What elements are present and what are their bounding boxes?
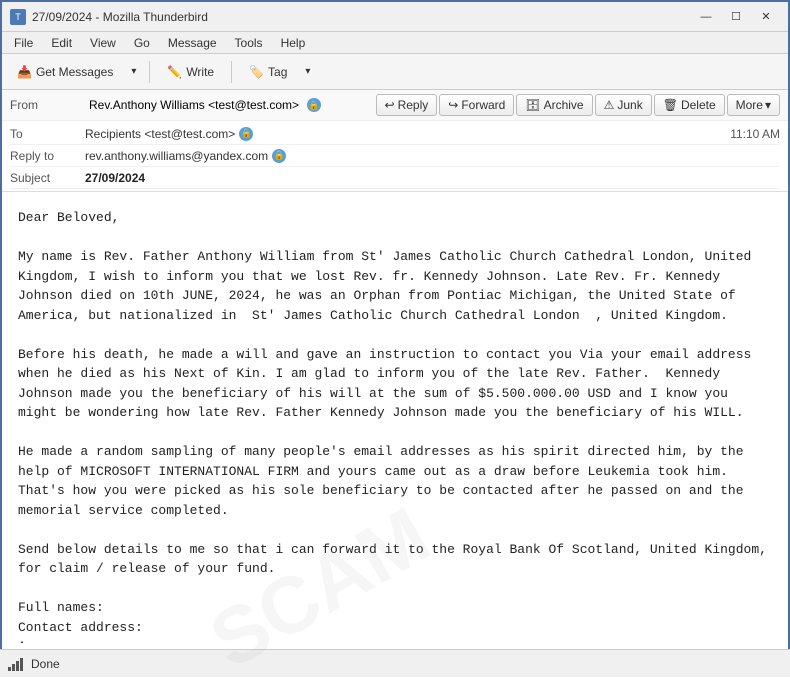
menu-edit[interactable]: Edit xyxy=(43,34,80,52)
status-text: Done xyxy=(31,657,60,671)
to-value: Recipients <test@test.com> xyxy=(85,127,235,141)
forward-icon: ↪ xyxy=(448,98,458,112)
forward-label: Forward xyxy=(461,98,505,112)
email-header-actions: From Rev.Anthony Williams <test@test.com… xyxy=(2,90,788,121)
signal-bars xyxy=(8,657,23,671)
close-button[interactable]: ✕ xyxy=(752,6,780,28)
tag-label: Tag xyxy=(268,65,287,79)
menu-help[interactable]: Help xyxy=(273,34,314,52)
reply-icon: ↩ xyxy=(385,98,395,112)
from-area: From Rev.Anthony Williams <test@test.com… xyxy=(10,98,321,112)
archive-button[interactable]: 🗄 Archive xyxy=(516,94,592,116)
security-icon: 🔒 xyxy=(307,98,321,112)
to-security-icon: 🔒 xyxy=(239,127,253,141)
junk-label: Junk xyxy=(617,98,642,112)
tag-icon: 🏷️ xyxy=(249,65,264,79)
minimize-button[interactable]: — xyxy=(692,6,720,28)
titlebar: T 27/09/2024 - Mozilla Thunderbird — ☐ ✕ xyxy=(2,2,788,32)
write-button[interactable]: ✏️ Write xyxy=(158,61,223,83)
reply-to-value: rev.anthony.williams@yandex.com xyxy=(85,149,268,163)
statusbar: Done xyxy=(0,649,790,677)
menu-go[interactable]: Go xyxy=(126,34,158,52)
email-meta: To Recipients <test@test.com> 🔒 11:10 AM… xyxy=(2,121,788,191)
from-label: From xyxy=(10,98,85,112)
menu-view[interactable]: View xyxy=(82,34,124,52)
junk-icon: ⚠ xyxy=(604,98,615,112)
email-time: 11:10 AM xyxy=(730,127,780,141)
write-label: Write xyxy=(186,65,214,79)
signal-bar-1 xyxy=(8,667,11,671)
get-messages-label: Get Messages xyxy=(36,65,113,79)
subject-label: Subject xyxy=(10,171,85,185)
forward-button[interactable]: ↪ Forward xyxy=(439,94,514,116)
body-container: SCAM Dear Beloved, My name is Rev. Fathe… xyxy=(2,192,788,643)
tag-chevron[interactable]: ▾ xyxy=(300,62,315,81)
titlebar-controls: — ☐ ✕ xyxy=(692,6,780,28)
to-label: To xyxy=(10,127,85,141)
reply-to-label: Reply to xyxy=(10,149,85,163)
signal-bar-4 xyxy=(20,658,23,671)
status-signal xyxy=(8,657,23,671)
get-messages-chevron[interactable]: ▾ xyxy=(126,62,141,81)
to-row: To Recipients <test@test.com> 🔒 11:10 AM xyxy=(10,123,780,145)
titlebar-title: 27/09/2024 - Mozilla Thunderbird xyxy=(32,10,208,24)
thunderbird-icon: T xyxy=(10,9,26,25)
write-icon: ✏️ xyxy=(167,65,182,79)
archive-icon: 🗄 xyxy=(525,98,540,112)
reply-button[interactable]: ↩ Reply xyxy=(376,94,438,116)
signal-bar-3 xyxy=(16,661,19,671)
junk-button[interactable]: ⚠ Junk xyxy=(595,94,652,116)
titlebar-left: T 27/09/2024 - Mozilla Thunderbird xyxy=(10,9,208,25)
more-label: More xyxy=(736,98,763,112)
delete-label: Delete xyxy=(681,98,716,112)
menu-message[interactable]: Message xyxy=(160,34,225,52)
delete-button[interactable]: 🗑 Delete xyxy=(654,94,725,116)
reply-to-security-icon: 🔒 xyxy=(272,149,286,163)
menu-file[interactable]: File xyxy=(6,34,41,52)
toolbar: 📥 Get Messages ▾ ✏️ Write 🏷️ Tag ▾ xyxy=(2,54,788,90)
toolbar-separator-2 xyxy=(231,61,232,83)
from-value: Rev.Anthony Williams <test@test.com> xyxy=(89,98,299,112)
email-header-section: From Rev.Anthony Williams <test@test.com… xyxy=(2,90,788,192)
more-button[interactable]: More ▾ xyxy=(727,94,780,116)
reply-to-row: Reply to rev.anthony.williams@yandex.com… xyxy=(10,145,780,167)
menubar: File Edit View Go Message Tools Help xyxy=(2,32,788,54)
email-body: Dear Beloved, My name is Rev. Father Ant… xyxy=(2,192,788,643)
toolbar-separator-1 xyxy=(149,61,150,83)
more-chevron-icon: ▾ xyxy=(765,98,771,112)
get-messages-icon: 📥 xyxy=(17,65,32,79)
reply-label: Reply xyxy=(398,98,429,112)
signal-bar-2 xyxy=(12,664,15,671)
delete-icon: 🗑 xyxy=(663,98,678,112)
get-messages-button[interactable]: 📥 Get Messages xyxy=(8,61,122,83)
action-buttons: ↩ Reply ↪ Forward 🗄 Archive ⚠ Junk 🗑 Del… xyxy=(376,94,781,116)
archive-label: Archive xyxy=(544,98,584,112)
subject-row: Subject 27/09/2024 xyxy=(10,167,780,189)
menu-tools[interactable]: Tools xyxy=(227,34,271,52)
tag-button[interactable]: 🏷️ Tag xyxy=(240,61,296,83)
maximize-button[interactable]: ☐ xyxy=(722,6,750,28)
subject-value: 27/09/2024 xyxy=(85,171,145,185)
